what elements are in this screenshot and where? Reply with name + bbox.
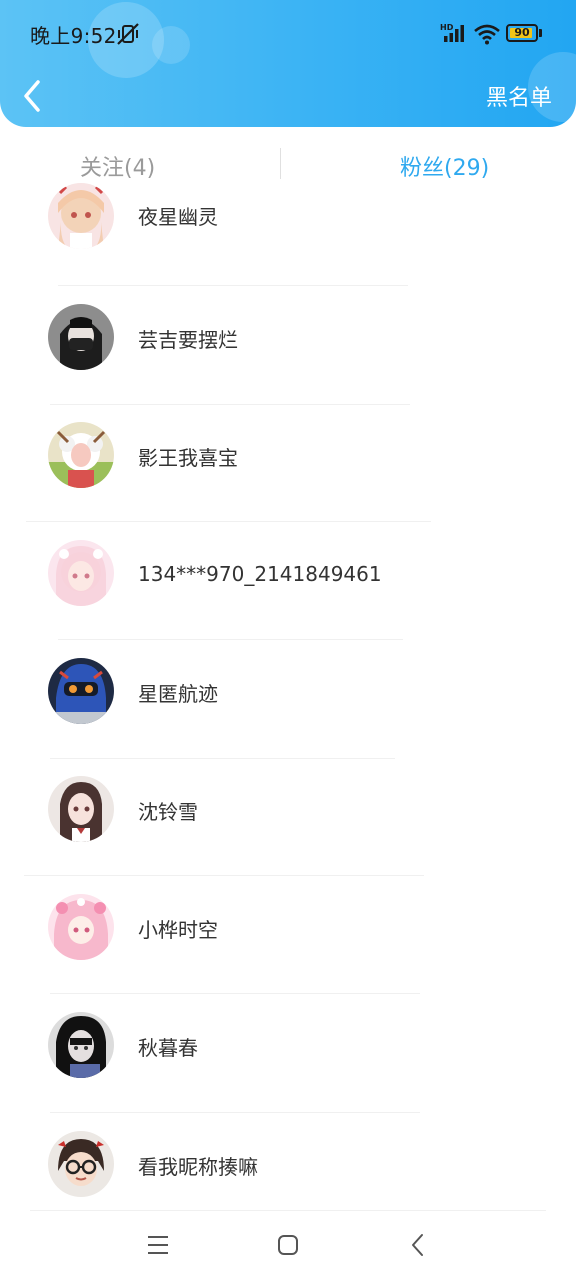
list-item[interactable]: 夜星幽灵 — [0, 183, 576, 301]
username: 秋暮春 — [138, 1036, 198, 1060]
separator — [58, 639, 403, 640]
home-icon[interactable] — [276, 1233, 300, 1257]
menu-icon[interactable] — [146, 1234, 170, 1256]
decorative-bubble — [152, 26, 190, 64]
list-item[interactable]: 影王我喜宝 — [0, 420, 576, 538]
list-item[interactable]: 看我昵称揍嘛 — [0, 1128, 576, 1246]
list-item[interactable]: 秋暮春 — [0, 1010, 576, 1128]
tab-fans[interactable]: 粉丝(29) — [400, 150, 489, 182]
list-item[interactable]: 星匿航迹 — [0, 656, 576, 774]
username: 134***970_2141849461 — [138, 562, 382, 586]
avatar — [48, 183, 114, 249]
separator — [50, 993, 420, 994]
separator — [50, 404, 410, 405]
separator — [50, 1112, 420, 1113]
avatar — [48, 1012, 114, 1078]
username: 夜星幽灵 — [138, 205, 218, 229]
list-item[interactable]: 芸吉要摆烂 — [0, 301, 576, 419]
tab-divider — [280, 148, 281, 179]
nav-divider — [30, 1210, 546, 1211]
username: 沈铃雪 — [138, 800, 198, 824]
avatar — [48, 1131, 114, 1197]
status-time: 晚上9:52 — [30, 24, 117, 48]
chevron-left-icon — [24, 80, 40, 112]
back-icon[interactable] — [408, 1232, 428, 1258]
username: 影王我喜宝 — [138, 446, 238, 470]
avatar — [48, 776, 114, 842]
username: 星匿航迹 — [138, 682, 218, 706]
blacklist-button[interactable]: 黑名单 — [486, 80, 552, 112]
back-button[interactable] — [14, 76, 50, 116]
username: 芸吉要摆烂 — [138, 328, 238, 352]
battery-nub — [539, 29, 542, 37]
username: 小桦时空 — [138, 918, 218, 942]
wifi-icon — [474, 24, 500, 45]
avatar — [48, 422, 114, 488]
username: 看我昵称揍嘛 — [138, 1155, 258, 1179]
list-item[interactable]: 小桦时空 — [0, 892, 576, 1010]
avatar — [48, 304, 114, 370]
tab-following[interactable]: 关注(4) — [80, 150, 155, 182]
signal-icon — [444, 25, 464, 42]
list-item[interactable]: 沈铃雪 — [0, 774, 576, 892]
battery-percentage: 90 — [514, 26, 530, 39]
vibrate-off-icon — [117, 23, 139, 45]
list-item[interactable]: 134***970_2141849461 — [0, 538, 576, 656]
avatar — [48, 658, 114, 724]
separator — [26, 521, 431, 522]
avatar — [48, 540, 114, 606]
separator — [24, 875, 424, 876]
separator — [50, 758, 395, 759]
battery-indicator: 90 — [506, 24, 542, 42]
avatar — [48, 894, 114, 960]
separator — [58, 285, 408, 286]
follow-tabs: 关注(4) 粉丝(29) — [0, 128, 576, 188]
header-bar: 晚上9:52 HD 90 黑名单 — [0, 0, 576, 127]
